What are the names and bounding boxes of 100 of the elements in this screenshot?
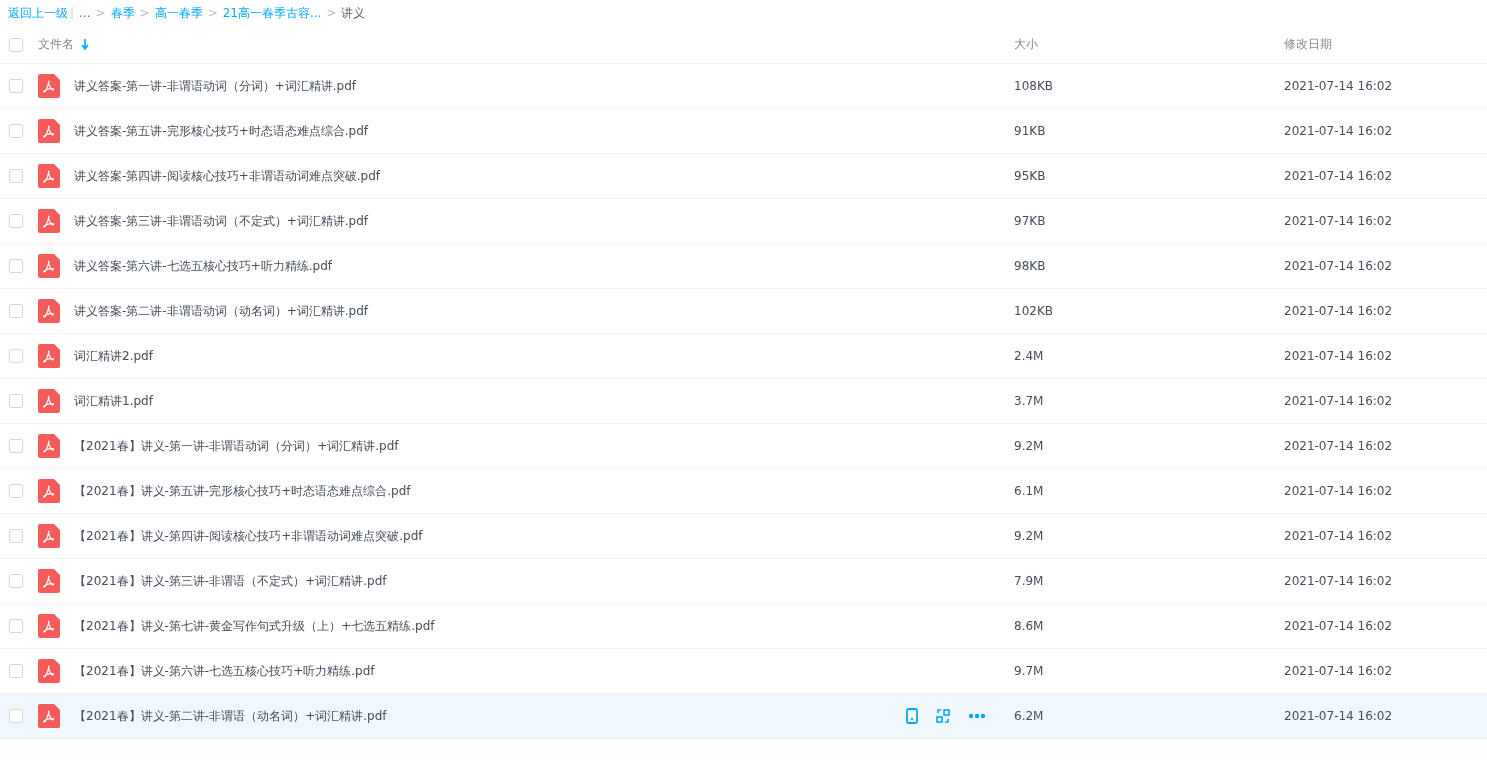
row-checkbox[interactable] [9, 79, 23, 93]
pdf-file-icon [38, 254, 60, 278]
pdf-file-icon [38, 344, 60, 368]
row-checkbox[interactable] [9, 259, 23, 273]
file-row[interactable]: 讲义答案-第五讲-完形核心技巧+时态语态难点综合.pdf 91KB 2021-07-14 16:02 [0, 109, 1487, 154]
file-row[interactable]: 讲义答案-第三讲-非谓语动词（不定式）+词汇精讲.pdf 97KB 2021-07-14 16:02 [0, 199, 1487, 244]
pdf-file-icon [38, 434, 60, 458]
pdf-file-icon [38, 209, 60, 233]
row-checkbox[interactable] [9, 619, 23, 633]
modified-date: 2021-07-14 16:02 [1284, 214, 1393, 228]
file-row[interactable]: 讲义答案-第六讲-七选五核心技巧+听力精练.pdf 98KB 2021-07-14 16:02 [0, 244, 1487, 289]
row-checkbox[interactable] [9, 484, 23, 498]
file-name[interactable]: 讲义答案-第二讲-非谓语动词（动名词）+词汇精讲.pdf [74, 302, 368, 320]
row-checkbox[interactable] [9, 574, 23, 588]
file-name[interactable]: 讲义答案-第四讲-阅读核心技巧+非谓语动词难点突破.pdf [74, 167, 380, 185]
row-checkbox[interactable] [9, 304, 23, 318]
file-size: 108KB [1014, 79, 1053, 93]
file-row[interactable]: 【2021春】讲义-第四讲-阅读核心技巧+非谓语动词难点突破.pdf 9.2M 2021-07-14 16:02 [0, 514, 1487, 559]
pdf-file-icon [38, 479, 60, 503]
file-row[interactable]: 【2021春】讲义-第七讲-黄金写作句式升级（上）+七选五精练.pdf 8.6M 2021-07-14 16:02 [0, 604, 1487, 649]
file-size: 8.6M [1014, 619, 1044, 633]
modified-date: 2021-07-14 16:02 [1284, 439, 1393, 453]
file-row[interactable]: 讲义答案-第四讲-阅读核心技巧+非谓语动词难点突破.pdf 95KB 2021-07-14 16:02 [0, 154, 1487, 199]
file-size: 91KB [1014, 124, 1046, 138]
file-row[interactable]: 词汇精讲2.pdf 2.4M 2021-07-14 16:02 [0, 334, 1487, 379]
breadcrumb-separator: > [326, 6, 337, 20]
pdf-file-icon [38, 299, 60, 323]
modified-date: 2021-07-14 16:02 [1284, 709, 1393, 723]
file-name[interactable]: 讲义答案-第六讲-七选五核心技巧+听力精练.pdf [74, 257, 332, 275]
breadcrumb-item[interactable]: ... [79, 6, 91, 20]
modified-date: 2021-07-14 16:02 [1284, 349, 1393, 363]
breadcrumb-separator: > [95, 6, 106, 20]
breadcrumb-divider: | [70, 6, 75, 20]
sort-arrow-icon [81, 39, 89, 50]
file-size: 97KB [1014, 214, 1046, 228]
pdf-file-icon [38, 659, 60, 683]
modified-date: 2021-07-14 16:02 [1284, 169, 1393, 183]
file-name[interactable]: 词汇精讲2.pdf [74, 347, 153, 365]
phone-icon[interactable] [906, 708, 918, 724]
modified-date: 2021-07-14 16:02 [1284, 304, 1393, 318]
file-name[interactable]: 【2021春】讲义-第二讲-非谓语（动名词）+词汇精讲.pdf [74, 707, 387, 725]
file-name[interactable]: 【2021春】讲义-第五讲-完形核心技巧+时态语态难点综合.pdf [74, 482, 411, 500]
modified-date: 2021-07-14 16:02 [1284, 664, 1393, 678]
modified-date: 2021-07-14 16:02 [1284, 619, 1393, 633]
row-checkbox[interactable] [9, 169, 23, 183]
file-size: 9.2M [1014, 529, 1044, 543]
file-size: 6.1M [1014, 484, 1044, 498]
breadcrumb-separator: > [207, 6, 218, 20]
file-row[interactable]: 【2021春】讲义-第三讲-非谓语（不定式）+词汇精讲.pdf 7.9M 2021-07-14 16:02 [0, 559, 1487, 604]
share-icon[interactable] [936, 709, 950, 723]
file-row[interactable]: 【2021春】讲义-第五讲-完形核心技巧+时态语态难点综合.pdf 6.1M 2021-07-14 16:02 [0, 469, 1487, 514]
row-checkbox[interactable] [9, 664, 23, 678]
row-checkbox[interactable] [9, 439, 23, 453]
row-checkbox[interactable] [9, 349, 23, 363]
file-row[interactable]: 讲义答案-第二讲-非谓语动词（动名词）+词汇精讲.pdf 102KB 2021-07-14 16:02 [0, 289, 1487, 334]
row-checkbox[interactable] [9, 394, 23, 408]
pdf-file-icon [38, 704, 60, 728]
modified-date: 2021-07-14 16:02 [1284, 529, 1393, 543]
modified-date: 2021-07-14 16:02 [1284, 79, 1393, 93]
file-row[interactable]: 词汇精讲1.pdf 3.7M 2021-07-14 16:02 [0, 379, 1487, 424]
modified-date: 2021-07-14 16:02 [1284, 484, 1393, 498]
row-checkbox[interactable] [9, 124, 23, 138]
file-size: 95KB [1014, 169, 1046, 183]
more-icon[interactable] [968, 713, 986, 719]
file-row[interactable]: 【2021春】讲义-第一讲-非谓语动词（分词）+词汇精讲.pdf 9.2M 2021-07-14 16:02 [0, 424, 1487, 469]
file-row[interactable]: 【2021春】讲义-第二讲-非谓语（动名词）+词汇精讲.pdf 6.2M 2021-07-14 16:02 [0, 694, 1487, 739]
pdf-file-icon [38, 164, 60, 188]
file-name[interactable]: 【2021春】讲义-第四讲-阅读核心技巧+非谓语动词难点突破.pdf [74, 527, 423, 545]
pdf-file-icon [38, 569, 60, 593]
file-size: 9.2M [1014, 439, 1044, 453]
row-checkbox[interactable] [9, 529, 23, 543]
pdf-file-icon [38, 119, 60, 143]
modified-date: 2021-07-14 16:02 [1284, 124, 1393, 138]
pdf-file-icon [38, 614, 60, 638]
pdf-file-icon [38, 524, 60, 548]
modified-date: 2021-07-14 16:02 [1284, 574, 1393, 588]
file-size: 2.4M [1014, 349, 1044, 363]
column-header[interactable]: 修改日期 [1284, 36, 1332, 53]
column-header[interactable]: 大小 [1014, 36, 1038, 53]
file-size: 98KB [1014, 259, 1046, 273]
file-size: 6.2M [1014, 709, 1044, 723]
file-name[interactable]: 【2021春】讲义-第三讲-非谓语（不定式）+词汇精讲.pdf [74, 572, 387, 590]
file-size: 9.7M [1014, 664, 1044, 678]
file-row[interactable]: 讲义答案-第一讲-非谓语动词（分词）+词汇精讲.pdf 108KB 2021-07-14 16:02 [0, 64, 1487, 109]
breadcrumb-separator: > [139, 6, 150, 20]
row-checkbox[interactable] [9, 214, 23, 228]
file-name[interactable]: 【2021春】讲义-第一讲-非谓语动词（分词）+词汇精讲.pdf [74, 437, 399, 455]
file-name[interactable]: 讲义答案-第三讲-非谓语动词（不定式）+词汇精讲.pdf [74, 212, 368, 230]
breadcrumb-item[interactable]: 讲义 [341, 4, 366, 22]
file-size: 102KB [1014, 304, 1053, 318]
pdf-file-icon [38, 389, 60, 413]
row-checkbox[interactable] [9, 709, 23, 723]
file-name[interactable]: 【2021春】讲义-第七讲-黄金写作句式升级（上）+七选五精练.pdf [74, 617, 435, 635]
file-name[interactable]: 讲义答案-第一讲-非谓语动词（分词）+词汇精讲.pdf [74, 77, 356, 95]
file-name[interactable]: 【2021春】讲义-第六讲-七选五核心技巧+听力精练.pdf [74, 662, 375, 680]
modified-date: 2021-07-14 16:02 [1284, 394, 1393, 408]
column-header[interactable]: 文件名 [38, 36, 89, 53]
file-name[interactable]: 讲义答案-第五讲-完形核心技巧+时态语态难点综合.pdf [74, 122, 368, 140]
file-name[interactable]: 词汇精讲1.pdf [74, 392, 153, 410]
select-all-checkbox[interactable] [9, 37, 23, 52]
